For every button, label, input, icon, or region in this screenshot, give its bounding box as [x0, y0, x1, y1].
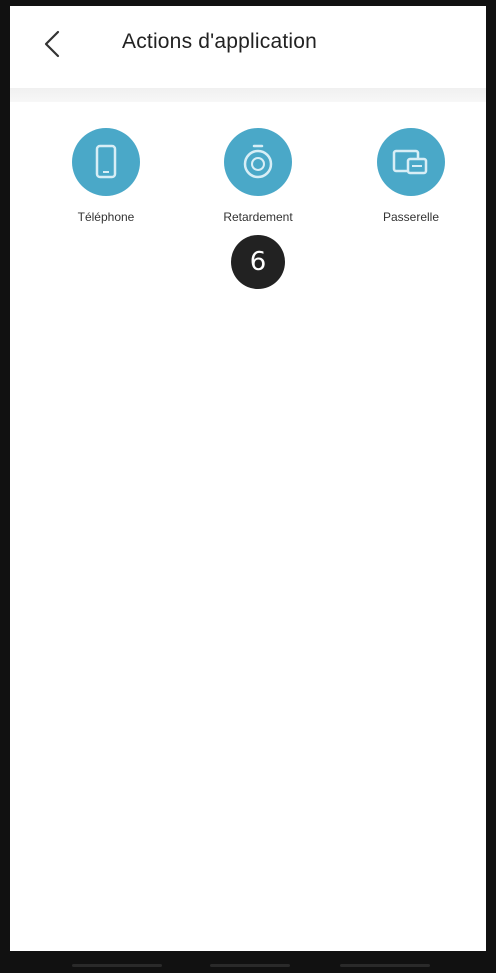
header-divider: [10, 88, 486, 102]
action-icon-circle: [72, 128, 140, 196]
back-button[interactable]: [32, 24, 72, 64]
system-navigation-bar: [10, 951, 486, 973]
nav-home-button[interactable]: [210, 964, 290, 967]
timer-icon: [243, 144, 273, 179]
action-telephone[interactable]: Téléphone: [46, 128, 166, 224]
step-number-badge: 6: [231, 235, 285, 289]
page-title: Actions d'application: [122, 30, 317, 53]
gateway-icon: [392, 149, 428, 175]
action-label: Passerelle: [382, 210, 440, 224]
phone-icon: [95, 144, 117, 179]
action-label: Retardement: [223, 210, 293, 224]
action-list: Téléphone Retardement Passerelle: [10, 128, 486, 248]
nav-recents-button[interactable]: [72, 964, 162, 967]
action-icon-circle: [224, 128, 292, 196]
nav-back-button[interactable]: [340, 964, 430, 967]
action-icon-circle: [377, 128, 445, 196]
action-label: Téléphone: [77, 210, 135, 224]
chevron-left-icon: [44, 30, 60, 58]
app-header: Actions d'application: [10, 6, 486, 88]
action-passerelle[interactable]: Passerelle: [351, 128, 471, 224]
action-retardement[interactable]: Retardement: [198, 128, 318, 224]
phone-frame: Actions d'application Téléphone Retardem…: [0, 0, 496, 973]
